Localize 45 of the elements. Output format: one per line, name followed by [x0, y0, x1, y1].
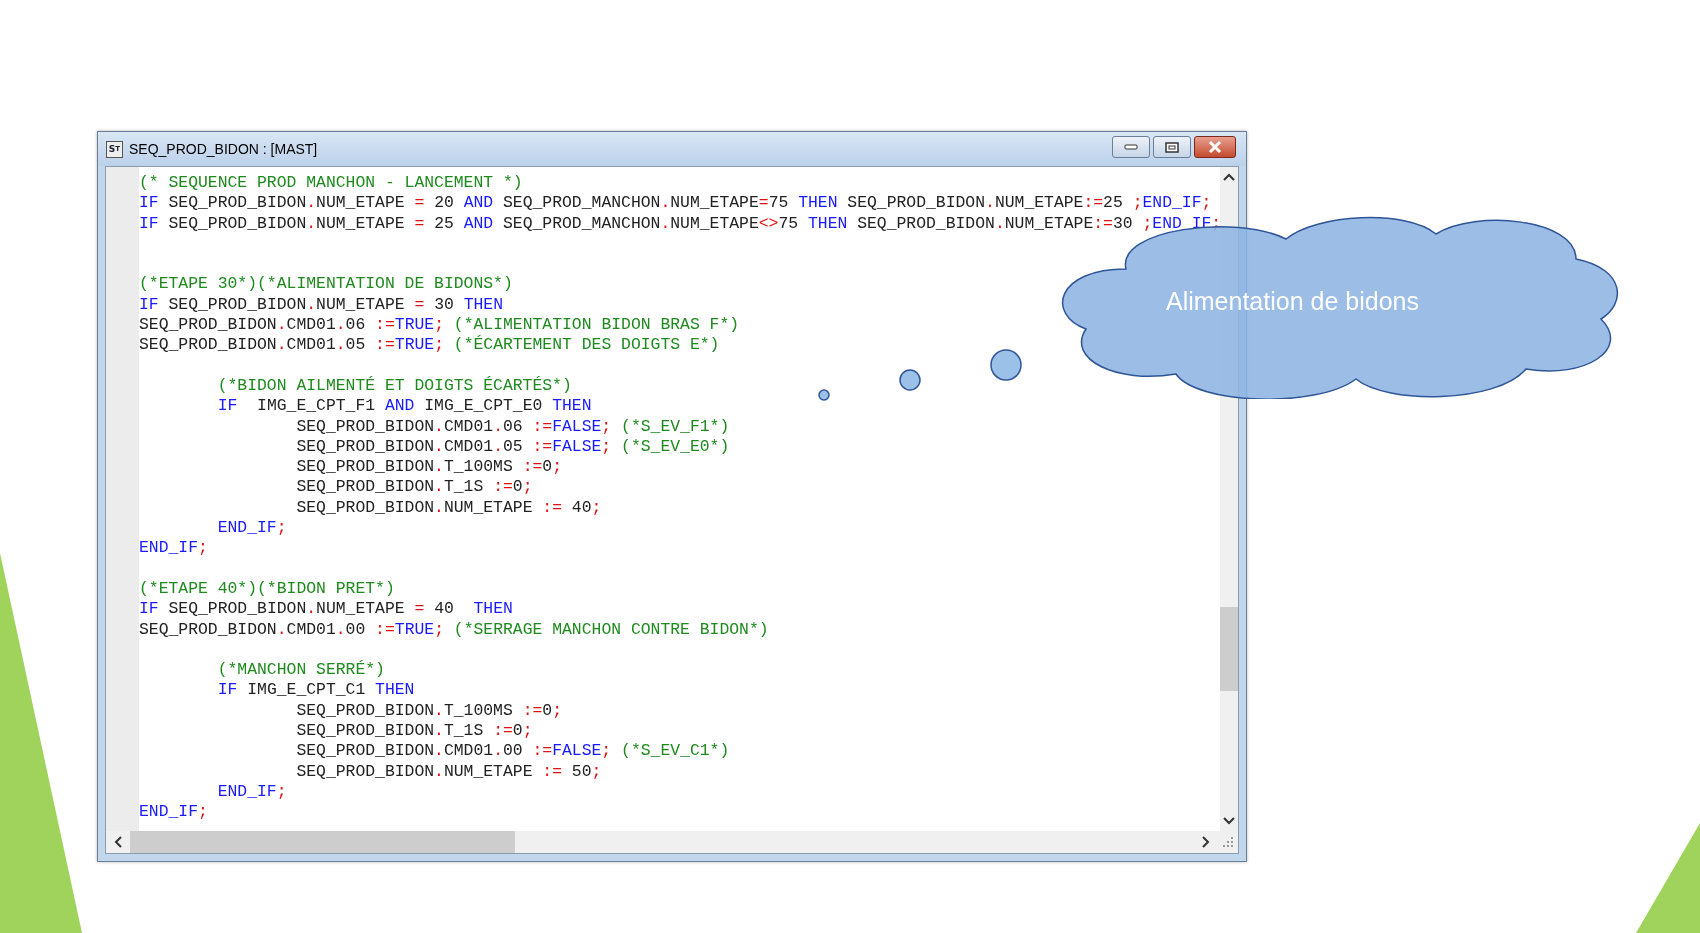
code-line: END_IF; — [216, 518, 287, 539]
code-line: (*MANCHON SERRÉ*) — [216, 660, 385, 681]
scroll-up-icon[interactable] — [1223, 173, 1235, 181]
code-line: (*ETAPE 30*)(*ALIMENTATION DE BIDONS*) — [139, 274, 513, 295]
code-line: END_IF; — [139, 802, 208, 823]
scroll-left-icon[interactable] — [114, 836, 122, 848]
code-line: SEQ_PROD_BIDON.T_100MS :=0; — [295, 457, 562, 478]
close-icon — [1208, 141, 1222, 153]
window-title: SEQ_PROD_BIDON : [MAST] — [129, 141, 319, 157]
maximize-icon — [1165, 141, 1179, 153]
code-line: SEQ_PROD_BIDON.CMD01.05 :=FALSE; (*S_EV_E0*) — [295, 436, 730, 458]
code-line: SEQ_PROD_BIDON.CMD01.05 :=TRUE; (*ÉCARTEMENT DES DOIGTS E*) — [139, 335, 720, 356]
code-line: (* SEQUENCE PROD MANCHON - LANCEMENT *) — [139, 173, 523, 194]
code-line: SEQ_PROD_BIDON.NUM_ETAPE := 40; — [295, 497, 602, 519]
code-line: IF SEQ_PROD_BIDON.NUM_ETAPE = 25 AND SEQ_PROD_MANCHON.NUM_ETAPE<>75 THEN SEQ_PROD_BIDON.NUM_ETAPE:=30 ;END_IF; — [139, 213, 1220, 234]
minimize-icon — [1124, 143, 1138, 151]
code-line: IF SEQ_PROD_BIDON.NUM_ETAPE = 30 THEN — [139, 294, 503, 316]
code-line: (*ETAPE 40*)(*BIDON PRET*) — [139, 578, 395, 600]
code-line: SEQ_PROD_BIDON.CMD01.00 :=TRUE; (*SERRAGE MANCHON CONTRE BIDON*) — [139, 619, 769, 640]
code-line: SEQ_PROD_BIDON.CMD01.06 :=FALSE; (*S_EV_F1*) — [295, 416, 730, 437]
scroll-down-icon[interactable] — [1223, 817, 1235, 825]
code-line: SEQ_PROD_BIDON.T_1S :=0; — [295, 721, 533, 742]
scroll-right-icon[interactable] — [1202, 836, 1210, 848]
code-line: IF SEQ_PROD_BIDON.NUM_ETAPE = 40 THEN — [139, 599, 513, 620]
code-line: IF IMG_E_CPT_F1 AND IMG_E_CPT_E0 THEN — [216, 396, 592, 417]
code-line: SEQ_PROD_BIDON.CMD01.00 :=FALSE; (*S_EV_C1*) — [295, 741, 730, 762]
code-line: SEQ_PROD_BIDON.CMD01.06 :=TRUE; (*ALIMENTATION BIDON BRAS F*) — [139, 315, 740, 335]
code-line: (*BIDON AILMENTÉ ET DOIGTS ÉCARTÉS*) — [216, 375, 572, 397]
resize-grip-icon[interactable] — [1222, 836, 1234, 848]
scrollbar-thumb[interactable] — [130, 831, 515, 853]
minimize-button[interactable] — [1112, 136, 1150, 158]
callout-text: Alimentation de bidons — [1166, 287, 1419, 316]
code-line: SEQ_PROD_BIDON.NUM_ETAPE := 50; — [295, 761, 602, 782]
code-line: IF IMG_E_CPT_C1 THEN — [216, 680, 415, 701]
code-line: END_IF; — [216, 781, 287, 803]
close-button[interactable] — [1194, 136, 1236, 158]
code-line: IF SEQ_PROD_BIDON.NUM_ETAPE = 20 AND SEQ_PROD_MANCHON.NUM_ETAPE=75 THEN SEQ_PROD_BIDON.NUM_ETAPE:=25 ;END_IF; — [139, 193, 1212, 214]
thought-bubble — [899, 369, 921, 391]
scrollbar-thumb[interactable] — [1220, 607, 1238, 691]
thought-bubble — [818, 389, 830, 401]
maximize-button[interactable] — [1153, 136, 1191, 158]
code-line: SEQ_PROD_BIDON.T_1S :=0; — [295, 477, 533, 498]
code-line: SEQ_PROD_BIDON.T_100MS :=0; — [295, 700, 562, 721]
code-line: END_IF; — [139, 538, 208, 559]
thought-bubble — [990, 349, 1022, 381]
